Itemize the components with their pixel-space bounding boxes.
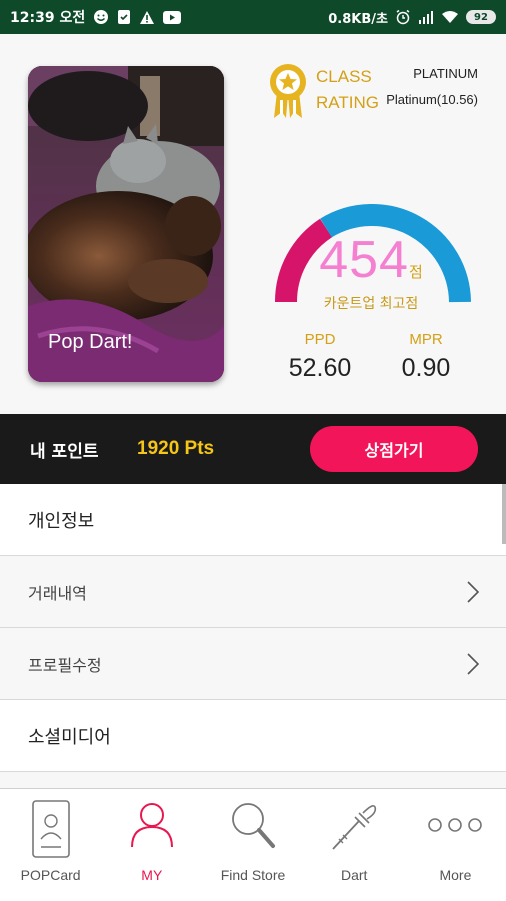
- face-icon: [93, 9, 109, 25]
- nav-find-store[interactable]: Find Store: [202, 789, 303, 901]
- nav-label: More: [439, 867, 472, 883]
- menu-list: 개인정보 거래내역 프로필수정 소셜미디어: [0, 484, 506, 772]
- nav-more[interactable]: More: [405, 789, 506, 901]
- profile-section: Pop Dart! CLASS RATING PLATINUM Platinum…: [0, 34, 506, 414]
- alarm-icon: [395, 9, 411, 25]
- menu-item-transactions[interactable]: 거래내역: [0, 556, 506, 628]
- nav-dart[interactable]: Dart: [304, 789, 405, 901]
- status-bar: 12:39 오전 0.8KB/초 92: [0, 0, 506, 34]
- class-label-line2: RATING: [316, 93, 379, 112]
- card-icon: [31, 799, 71, 863]
- rating-value: Platinum(10.56): [386, 92, 478, 107]
- ppd-value: 52.60: [288, 354, 352, 382]
- score-unit: 점: [408, 263, 423, 281]
- nav-popcard[interactable]: POPCard: [0, 789, 101, 901]
- personal-info-header: 개인정보: [0, 484, 506, 556]
- mpr-value: 0.90: [401, 354, 451, 382]
- more-icon: [427, 817, 483, 837]
- mpr-label: MPR: [409, 331, 443, 348]
- signal-icon: [418, 10, 434, 24]
- status-time: 12:39 오전: [10, 10, 86, 26]
- user-icon: [129, 799, 175, 853]
- shield-icon: [117, 9, 131, 25]
- youtube-icon: [163, 10, 182, 24]
- warning-icon: [139, 10, 155, 25]
- medal-icon: [266, 62, 310, 124]
- menu-item-edit-profile[interactable]: 프로필수정: [0, 628, 506, 700]
- social-media-header: 소셜미디어: [0, 700, 506, 772]
- menu-item-label: 거래내역: [28, 583, 87, 603]
- nav-label: POPCard: [20, 867, 81, 883]
- score-caption: 카운트업 최고점: [323, 296, 419, 312]
- nav-label: Dart: [340, 867, 368, 883]
- menu-item-label: 프로필수정: [28, 655, 102, 675]
- network-speed: 0.8KB/초: [328, 11, 388, 27]
- points-label: 내 포인트: [30, 441, 99, 462]
- score-value: 454: [319, 231, 409, 289]
- dart-icon: [329, 799, 379, 857]
- search-icon: [228, 799, 278, 855]
- chevron-right-icon: [466, 580, 480, 608]
- wifi-icon: [441, 10, 459, 24]
- chevron-right-icon: [466, 652, 480, 680]
- class-rating-label: CLASS RATING: [316, 64, 379, 116]
- nav-label: Find Store: [220, 867, 286, 883]
- class-label-line1: CLASS: [316, 67, 372, 86]
- class-value: PLATINUM: [413, 66, 478, 81]
- shop-button[interactable]: 상점가기: [310, 426, 478, 472]
- profile-photo-card[interactable]: Pop Dart!: [28, 66, 224, 382]
- bottom-nav: POPCard MY Find Store Dart More: [0, 788, 506, 901]
- nav-my[interactable]: MY: [101, 789, 202, 901]
- score-display: 454점: [276, 230, 466, 290]
- battery-icon: 92: [466, 10, 496, 24]
- scrollbar[interactable]: [502, 484, 506, 544]
- nav-label: MY: [141, 867, 163, 883]
- points-value: 1920 Pts: [137, 438, 215, 459]
- ppd-label: PPD: [304, 331, 336, 348]
- points-bar: 내 포인트 1920 Pts 상점가기: [0, 414, 506, 484]
- photo-caption: Pop Dart!: [48, 331, 133, 353]
